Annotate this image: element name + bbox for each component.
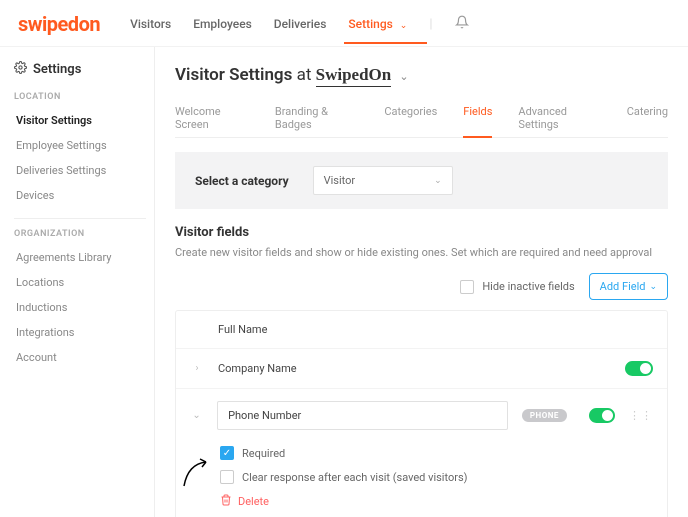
add-field-button[interactable]: Add Field ⌄ bbox=[589, 273, 668, 300]
nav-employees[interactable]: Employees bbox=[193, 17, 252, 31]
field-row-company[interactable]: › Company Name bbox=[176, 349, 667, 389]
trash-icon bbox=[220, 494, 232, 509]
top-nav: swipedon Visitors Employees Deliveries S… bbox=[0, 0, 688, 47]
annotation-arrow-icon bbox=[178, 452, 218, 492]
section-sub: Create new visitor fields and show or hi… bbox=[175, 246, 668, 259]
sidebar-item-devices[interactable]: Devices bbox=[14, 183, 146, 208]
delete-label: Delete bbox=[238, 495, 269, 508]
tab-advanced[interactable]: Advanced Settings bbox=[518, 99, 600, 137]
section-heading: Visitor fields bbox=[175, 225, 668, 240]
required-label: Required bbox=[242, 447, 285, 460]
toggle-phone[interactable] bbox=[589, 408, 615, 423]
nav-settings[interactable]: Settings ⌄ bbox=[348, 17, 407, 31]
page-title-prefix: Visitor Settings bbox=[175, 65, 292, 85]
tabs: Welcome Screen Branding & Badges Categor… bbox=[175, 99, 668, 138]
bell-icon[interactable] bbox=[455, 15, 469, 33]
tab-branding[interactable]: Branding & Badges bbox=[275, 99, 358, 137]
divider: | bbox=[429, 17, 432, 32]
clear-label: Clear response after each visit (saved v… bbox=[242, 471, 467, 484]
field-row-fullname[interactable]: Full Name bbox=[176, 311, 667, 349]
sidebar-divider bbox=[14, 218, 146, 219]
page-title-at: at bbox=[297, 65, 312, 85]
drag-handle-icon[interactable]: ⋮⋮ bbox=[629, 409, 653, 422]
sidebar-title: Settings bbox=[14, 61, 146, 78]
field-row-phone-expanded: ✓ Required Clear response after each vis… bbox=[176, 442, 667, 517]
sidebar-item-locations[interactable]: Locations bbox=[14, 270, 146, 295]
sidebar-item-agreements[interactable]: Agreements Library bbox=[14, 245, 146, 270]
required-row[interactable]: ✓ Required bbox=[220, 446, 653, 460]
main-content: Visitor Settings at SwipedOn ⌄ Welcome S… bbox=[155, 47, 688, 517]
top-nav-items: Visitors Employees Deliveries Settings ⌄… bbox=[130, 15, 468, 33]
toggle-company[interactable] bbox=[625, 361, 653, 376]
sidebar-item-inductions[interactable]: Inductions bbox=[14, 295, 146, 320]
page-title-brand[interactable]: SwipedOn bbox=[316, 65, 392, 87]
delete-button[interactable]: Delete bbox=[220, 494, 653, 509]
category-label: Select a category bbox=[195, 174, 289, 188]
hide-inactive-label: Hide inactive fields bbox=[482, 280, 574, 293]
add-field-label: Add Field bbox=[600, 280, 646, 293]
field-list: Full Name › Company Name ⌄ PHONE ⋮⋮ ✓ Re… bbox=[175, 310, 668, 517]
nav-settings-label: Settings bbox=[348, 17, 392, 31]
chevron-down-icon[interactable]: ⌄ bbox=[190, 410, 203, 421]
phone-field-input[interactable] bbox=[217, 401, 508, 430]
fields-toolbar: Hide inactive fields Add Field ⌄ bbox=[175, 273, 668, 300]
nav-visitors[interactable]: Visitors bbox=[130, 17, 171, 31]
hide-inactive-row[interactable]: Hide inactive fields bbox=[460, 280, 574, 294]
chevron-down-icon: ⌄ bbox=[434, 176, 442, 186]
tab-welcome-screen[interactable]: Welcome Screen bbox=[175, 99, 249, 137]
sidebar-title-text: Settings bbox=[33, 62, 81, 77]
page-title: Visitor Settings at SwipedOn ⌄ bbox=[175, 65, 668, 85]
field-row-phone[interactable]: ⌄ PHONE ⋮⋮ bbox=[176, 389, 667, 442]
chevron-down-icon[interactable]: ⌄ bbox=[399, 70, 408, 83]
sidebar: Settings LOCATION Visitor Settings Emplo… bbox=[0, 47, 155, 517]
sidebar-item-account[interactable]: Account bbox=[14, 345, 146, 370]
sidebar-group-org: ORGANIZATION bbox=[14, 229, 146, 239]
checkbox-checked-icon[interactable]: ✓ bbox=[220, 446, 234, 460]
sidebar-item-integrations[interactable]: Integrations bbox=[14, 320, 146, 345]
phone-pill: PHONE bbox=[522, 409, 567, 422]
logo: swipedon bbox=[18, 12, 100, 36]
checkbox-icon[interactable] bbox=[220, 470, 234, 484]
tab-fields[interactable]: Fields bbox=[463, 99, 492, 138]
field-label: Full Name bbox=[218, 323, 267, 336]
category-select[interactable]: Visitor ⌄ bbox=[313, 166, 453, 195]
sidebar-item-employee-settings[interactable]: Employee Settings bbox=[14, 133, 146, 158]
sidebar-item-visitor-settings[interactable]: Visitor Settings bbox=[14, 108, 146, 133]
tab-catering[interactable]: Catering bbox=[627, 99, 668, 137]
chevron-down-icon: ⌄ bbox=[400, 21, 408, 31]
category-value: Visitor bbox=[324, 174, 356, 187]
sidebar-item-deliveries-settings[interactable]: Deliveries Settings bbox=[14, 158, 146, 183]
nav-deliveries[interactable]: Deliveries bbox=[274, 17, 327, 31]
sidebar-group-location: LOCATION bbox=[14, 92, 146, 102]
tab-categories[interactable]: Categories bbox=[384, 99, 437, 137]
category-bar: Select a category Visitor ⌄ bbox=[175, 152, 668, 209]
checkbox-icon[interactable] bbox=[460, 280, 474, 294]
gear-icon bbox=[14, 61, 27, 78]
field-label: Company Name bbox=[218, 362, 297, 375]
chevron-down-icon: ⌄ bbox=[649, 282, 657, 292]
chevron-right-icon[interactable]: › bbox=[190, 363, 204, 374]
clear-response-row[interactable]: Clear response after each visit (saved v… bbox=[220, 470, 653, 484]
